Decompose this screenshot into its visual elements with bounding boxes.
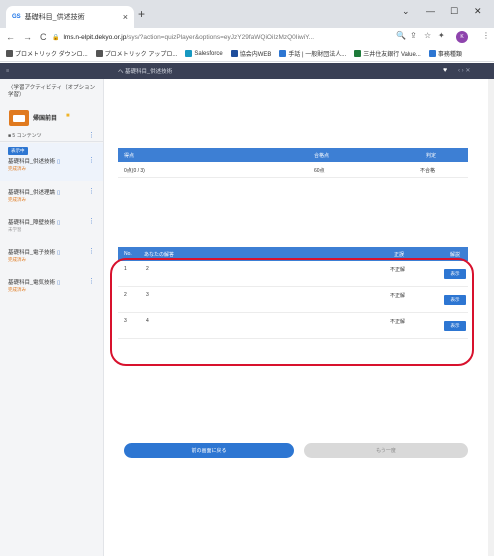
bookmark-favicon-icon bbox=[6, 50, 13, 57]
app-header: ≡ へ 基礎科目_供述技術 ♥ ‹ › ✕ bbox=[0, 63, 494, 79]
page-scrollbar[interactable] bbox=[488, 79, 494, 556]
reload-icon[interactable]: C bbox=[40, 32, 47, 42]
course-more-icon[interactable]: ⋮ bbox=[88, 131, 95, 139]
sidebar-item-label: 基礎科目_障壁技術 ▯ bbox=[8, 220, 61, 226]
lock-icon: 🔒 bbox=[52, 34, 60, 41]
score-table-header: 得点 合格点 判定 bbox=[118, 148, 468, 162]
item-more-icon[interactable]: ⋮ bbox=[88, 156, 95, 164]
tab-search-icon[interactable]: ⌄ bbox=[402, 6, 410, 17]
sidebar-item-0[interactable]: 表示中 基礎科目_供述技術 ▯ 完成済み ⋮ bbox=[0, 143, 103, 181]
bookmarks-bar: プロメトリック ダウンロ... プロメトリック アップロ... Salesfor… bbox=[0, 46, 494, 62]
bookmark-item[interactable]: 協会内WEB bbox=[230, 49, 271, 58]
course-label: 帰国前目 bbox=[33, 116, 58, 122]
minimize-button[interactable]: — bbox=[426, 6, 435, 16]
menu-kebab-icon[interactable]: ⋮ bbox=[482, 31, 490, 40]
url-path: /sys/?action=quizPlayer&options=eyJzY29f… bbox=[126, 33, 315, 41]
col-judge: 判定 bbox=[426, 152, 437, 159]
document-icon: ▯ bbox=[57, 159, 61, 165]
retry-button[interactable]: もう一度 bbox=[304, 443, 468, 458]
highlight-annotation bbox=[110, 258, 474, 366]
score-value: 0点(0 / 3) bbox=[124, 168, 145, 174]
address-bar[interactable]: 🔒 lms.n-elpit.dekyo.or.jp /sys/?action=q… bbox=[52, 30, 412, 44]
sidebar-item-label: 基礎科目_供述理論 ▯ bbox=[8, 190, 61, 196]
favorite-heart-icon[interactable]: ♥ bbox=[443, 67, 447, 74]
item-more-icon[interactable]: ⋮ bbox=[88, 187, 95, 195]
sidebar-item-status: 完成済み bbox=[8, 197, 26, 202]
document-icon: ▯ bbox=[57, 250, 61, 256]
sidebar-item-status: 完成済み bbox=[8, 287, 26, 292]
judge-value: 不合格 bbox=[420, 168, 436, 174]
col-score: 得点 bbox=[124, 152, 135, 159]
sidebar-item-label: 基礎科目_電気技術 ▯ bbox=[8, 280, 61, 286]
sidebar-item-status: 完成済み bbox=[8, 257, 26, 262]
sidebar-item-3[interactable]: 基礎科目_電子技術 ▯ 完成済み ⋮ bbox=[0, 241, 103, 271]
sidebar-item-4[interactable]: 基礎科目_電気技術 ▯ 完成済み ⋮ bbox=[0, 271, 103, 301]
bookmark-favicon-icon bbox=[185, 50, 193, 57]
browser-tabstrip: GS 基礎科目_供述技術 × + ⌄ — ☐ ✕ bbox=[0, 0, 494, 28]
extensions-icon[interactable]: ✦ bbox=[438, 31, 445, 40]
folder-icon: ■ bbox=[66, 113, 70, 119]
new-tab-button[interactable]: + bbox=[138, 7, 145, 21]
col-correct: 正誤 bbox=[394, 252, 405, 258]
item-more-icon[interactable]: ⋮ bbox=[88, 247, 95, 255]
col-no: No. bbox=[124, 251, 132, 257]
breadcrumb[interactable]: へ 基礎科目_供述技術 bbox=[110, 67, 172, 75]
course-thumbnail bbox=[9, 110, 29, 126]
content-count: ■ 5 コンテンツ bbox=[8, 133, 42, 139]
item-more-icon[interactable]: ⋮ bbox=[88, 217, 95, 225]
forward-icon[interactable]: → bbox=[23, 32, 32, 42]
item-more-icon[interactable]: ⋮ bbox=[88, 277, 95, 285]
bookmark-item[interactable]: Salesforce bbox=[185, 50, 223, 57]
share-icon[interactable]: ⇪ bbox=[410, 31, 417, 40]
close-window-button[interactable]: ✕ bbox=[474, 6, 482, 17]
close-tab-icon[interactable]: × bbox=[123, 12, 128, 22]
sidebar-toggle[interactable]: ≡ bbox=[0, 68, 110, 74]
back-icon[interactable]: ← bbox=[6, 32, 15, 42]
document-icon: ▯ bbox=[57, 190, 61, 196]
maximize-button[interactable]: ☐ bbox=[450, 6, 458, 17]
bookmark-favicon-icon bbox=[354, 50, 362, 57]
browser-tab[interactable]: GS 基礎科目_供述技術 × bbox=[6, 6, 134, 28]
score-table-row: 0点(0 / 3) 60点 不合格 bbox=[118, 164, 468, 178]
site-favicon-icon: GS bbox=[12, 14, 21, 20]
sidebar-item-status: 未学習 bbox=[8, 227, 22, 232]
current-badge: 表示中 bbox=[8, 147, 28, 155]
bookmark-item[interactable]: 事務種類 bbox=[428, 49, 462, 58]
back-to-previous-button[interactable]: 前の画面に戻る bbox=[124, 443, 294, 458]
pass-value: 60点 bbox=[314, 168, 325, 174]
zoom-icon[interactable]: 🔍 bbox=[396, 31, 406, 40]
bookmark-item[interactable]: プロメトリック アップロ... bbox=[95, 49, 177, 58]
sidebar-item-1[interactable]: 基礎科目_供述理論 ▯ 完成済み ⋮ bbox=[0, 181, 103, 211]
bookmark-star-icon[interactable]: ☆ bbox=[424, 31, 431, 40]
bookmark-favicon-icon bbox=[279, 50, 287, 57]
sidebar-divider bbox=[0, 141, 103, 142]
document-icon: ▯ bbox=[57, 220, 61, 226]
tab-title: 基礎科目_供述技術 bbox=[24, 14, 85, 21]
col-pass: 合格点 bbox=[314, 152, 330, 159]
col-answer: あなたの解答 bbox=[144, 252, 175, 258]
sidebar-item-status: 完成済み bbox=[8, 166, 26, 171]
profile-avatar[interactable]: K bbox=[456, 31, 468, 43]
bookmark-item[interactable]: 三井住友銀行 Value... bbox=[354, 49, 421, 58]
content-nav-arrows[interactable]: ‹ › ✕ bbox=[458, 67, 470, 74]
sidebar-item-label: 基礎科目_電子技術 ▯ bbox=[8, 250, 61, 256]
sidebar-item-label: 基礎科目_供述技術 ▯ bbox=[8, 159, 61, 165]
course-title: 〈学習アクティビティ（オプション学習） bbox=[8, 85, 96, 98]
bookmark-item[interactable]: 手話 | 一般財団法人... bbox=[279, 49, 346, 58]
sidebar-item-2[interactable]: 基礎科目_障壁技術 ▯ 未学習 ⋮ bbox=[0, 211, 103, 241]
bookmark-favicon-icon bbox=[428, 50, 436, 57]
bookmark-favicon-icon bbox=[230, 50, 238, 57]
bookmark-item[interactable]: プロメトリック ダウンロ... bbox=[6, 49, 88, 58]
document-icon: ▯ bbox=[57, 280, 61, 286]
url-host: lms.n-elpit.dekyo.or.jp bbox=[63, 33, 127, 41]
bookmark-favicon-icon bbox=[95, 50, 103, 57]
col-detail: 解説 bbox=[450, 252, 461, 258]
course-sidebar: 〈学習アクティビティ（オプション学習） 帰国前目 ■ ■ 5 コンテンツ ⋮ 表… bbox=[0, 79, 104, 556]
